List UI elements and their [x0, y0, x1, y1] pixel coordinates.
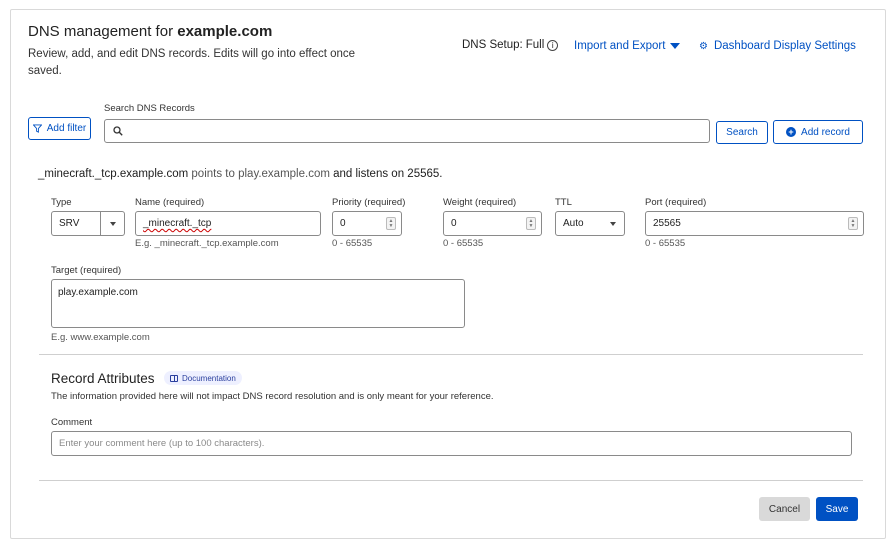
add-filter-button[interactable]: Add filter: [28, 117, 91, 140]
page-title-domain: example.com: [177, 23, 273, 40]
target-label: Target (required): [51, 265, 122, 276]
import-export-label: Import and Export: [574, 40, 666, 52]
chevron-down-icon: [610, 221, 616, 226]
search-label: Search DNS Records: [104, 103, 195, 114]
divider: [39, 354, 863, 355]
name-input-value: _minecraft._tcp: [143, 218, 212, 229]
name-input[interactable]: _minecraft._tcp: [135, 211, 321, 236]
type-select-value: SRV: [59, 218, 80, 229]
stepper-icon[interactable]: ▲ ▼: [526, 217, 536, 230]
priority-input[interactable]: 0 ▲ ▼: [332, 211, 402, 236]
name-help: E.g. _minecraft._tcp.example.com: [135, 238, 279, 249]
dashboard-settings-label: Dashboard Display Settings: [713, 40, 856, 52]
dns-setup-label: DNS Setup:: [462, 39, 523, 51]
book-icon: [170, 374, 178, 382]
type-label: Type: [51, 197, 72, 208]
documentation-link[interactable]: Documentation: [164, 371, 242, 385]
priority-help: 0 - 65535: [332, 238, 373, 249]
stepper-icon[interactable]: ▲ ▼: [848, 217, 858, 230]
weight-input-value: 0: [451, 218, 457, 229]
dns-setup-status: DNS Setup: Full i: [462, 39, 559, 51]
weight-help: 0 - 65535: [443, 238, 484, 249]
gear-icon: ⚙: [699, 40, 708, 52]
divider: [39, 480, 863, 481]
target-input-value: play.example.com: [58, 287, 138, 298]
add-record-label: Add record: [801, 126, 850, 138]
ttl-label: TTL: [555, 197, 572, 208]
dashboard-display-settings-link[interactable]: ⚙ Dashboard Display Settings: [699, 40, 856, 52]
priority-label: Priority (required): [332, 197, 406, 208]
weight-input[interactable]: 0 ▲ ▼: [443, 211, 542, 236]
info-icon[interactable]: i: [547, 39, 559, 51]
record-summary-port: 25565.: [407, 168, 443, 180]
dns-setup-value: Full: [525, 39, 545, 51]
target-help: E.g. www.example.com: [51, 332, 150, 343]
chevron-down-icon: [670, 43, 681, 49]
comment-input[interactable]: Enter your comment here (up to 100 chara…: [51, 431, 852, 456]
filter-icon: [32, 124, 42, 133]
plus-icon: +: [786, 127, 797, 137]
record-summary-name: _minecraft._tcp.example.com: [38, 168, 189, 180]
search-icon: [113, 126, 123, 136]
record-summary: _minecraft._tcp.example.com points to pl…: [38, 168, 443, 180]
ttl-select-value: Auto: [563, 218, 584, 229]
ttl-select[interactable]: Auto: [555, 211, 625, 236]
port-input[interactable]: 25565 ▲ ▼: [645, 211, 864, 236]
dns-management-card: [10, 9, 886, 539]
comment-placeholder: Enter your comment here (up to 100 chara…: [59, 438, 265, 449]
name-label: Name (required): [135, 197, 205, 208]
search-input[interactable]: [104, 119, 710, 143]
page-subtitle: Review, add, and edit DNS records. Edits…: [28, 48, 356, 77]
search-button[interactable]: Search: [716, 121, 768, 144]
type-select[interactable]: SRV: [51, 211, 125, 236]
save-button[interactable]: Save: [816, 497, 858, 521]
weight-label: Weight (required): [443, 197, 517, 208]
documentation-label: Documentation: [182, 373, 236, 383]
port-help: 0 - 65535: [645, 238, 686, 249]
page-title: DNS management for example.com: [28, 23, 273, 40]
comment-label: Comment: [51, 417, 93, 428]
chevron-down-icon: [109, 221, 116, 226]
stepper-icon[interactable]: ▲ ▼: [386, 217, 396, 230]
cancel-button[interactable]: Cancel: [759, 497, 810, 521]
import-export-menu[interactable]: Import and Export: [574, 40, 681, 52]
add-record-button[interactable]: + Add record: [773, 120, 863, 144]
priority-input-value: 0: [340, 218, 346, 229]
record-summary-target: play.example.com: [238, 168, 330, 180]
record-attributes-description: The information provided here will not i…: [51, 391, 494, 402]
add-filter-label: Add filter: [46, 123, 87, 134]
port-input-value: 25565: [653, 218, 681, 229]
port-label: Port (required): [645, 197, 707, 208]
record-attributes-title: Record Attributes: [51, 371, 155, 386]
target-input[interactable]: play.example.com: [51, 279, 465, 328]
